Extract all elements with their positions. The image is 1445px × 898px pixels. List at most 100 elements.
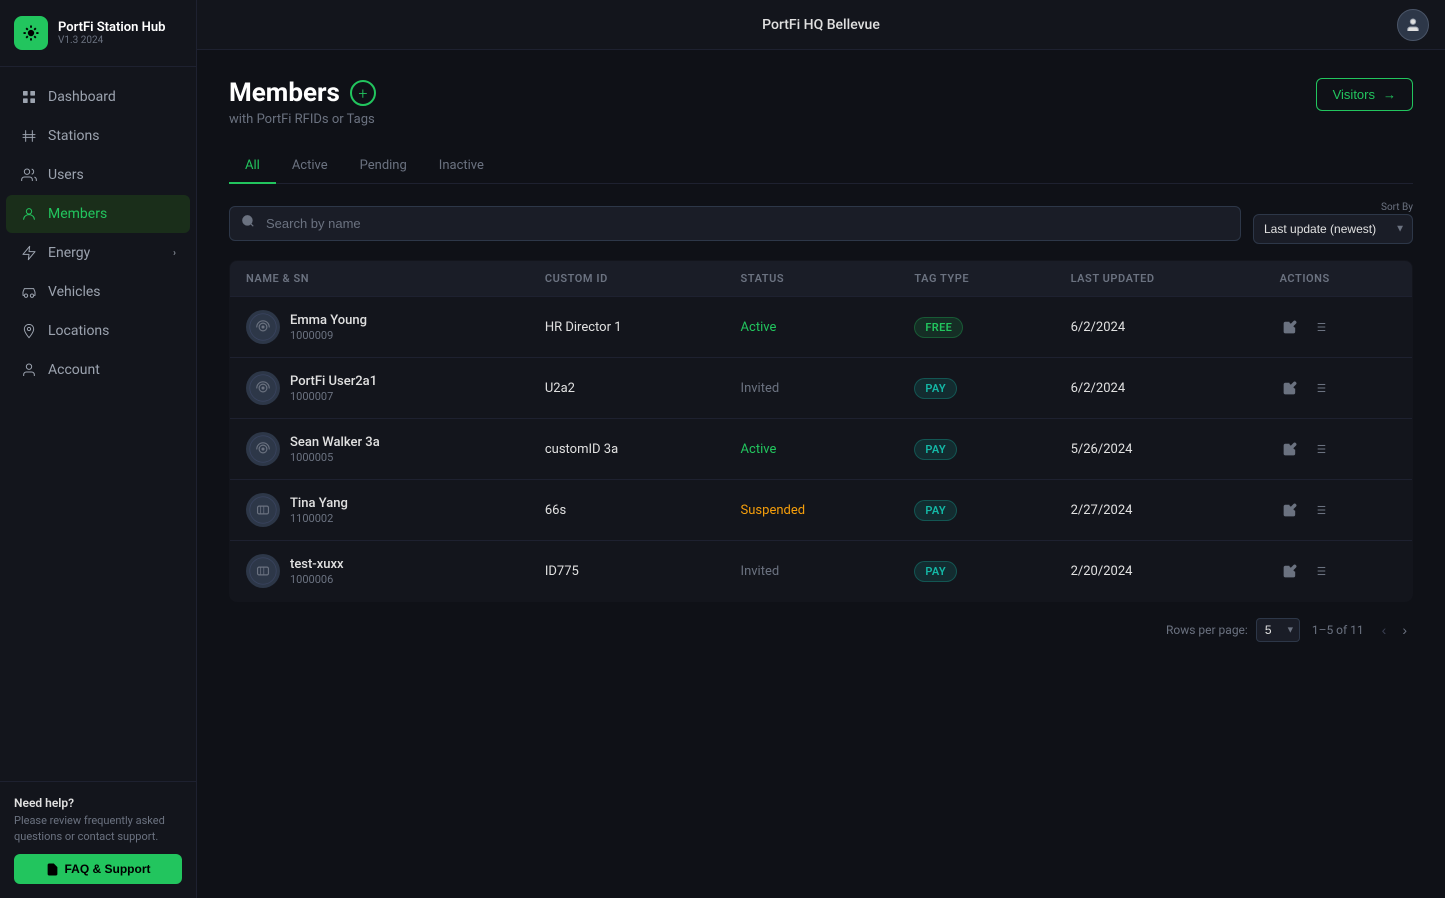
edit-button[interactable] [1280,561,1300,581]
rows-per-page-label: Rows per page: [1166,623,1248,637]
table-row: Tina Yang 1100002 66s Suspended PAY 2/27… [230,480,1413,541]
sort-label: Sort By [1381,202,1413,213]
member-name-cell: Sean Walker 3a 1000005 [230,419,529,480]
sidebar-footer: Need help? Please review frequently aske… [0,781,196,898]
brand-section: PortFi Station Hub V1.3 2024 [0,0,196,67]
member-name-cell: Emma Young 1000009 [230,297,529,358]
menu-button[interactable] [1310,500,1330,520]
sidebar-item-stations-label: Stations [48,128,99,144]
prev-page-button[interactable]: ‹ [1376,618,1393,642]
page-subtitle: with PortFi RFIDs or Tags [229,112,376,127]
member-name: Sean Walker 3a [290,435,380,450]
status-cell: Invited [725,358,899,419]
sidebar-item-account-label: Account [48,362,100,378]
next-page-button[interactable]: › [1396,618,1413,642]
brand-text: PortFi Station Hub V1.3 2024 [58,20,165,47]
sidebar-item-dashboard[interactable]: Dashboard [6,78,190,116]
search-input[interactable] [229,206,1241,241]
sidebar-nav: Dashboard Stations Users Members [0,67,196,781]
sidebar-item-locations[interactable]: Locations [6,312,190,350]
sidebar-item-members[interactable]: Members [6,195,190,233]
member-avatar [246,493,280,527]
edit-button[interactable] [1280,500,1300,520]
sort-select[interactable]: Last update (newest) Last update (oldest… [1253,214,1413,244]
member-sn: 1000009 [290,329,367,342]
member-avatar [246,554,280,588]
status-badge: Invited [741,381,780,396]
rows-per-page-select[interactable]: 5 10 25 50 [1256,618,1300,642]
faq-button[interactable]: FAQ & Support [14,854,182,884]
add-member-button[interactable]: + [350,80,376,106]
members-table: NAME & SN CUSTOM ID STATUS TAG TYPE LAST… [229,260,1413,602]
status-badge: Suspended [741,503,806,518]
vehicles-icon [20,283,38,301]
member-name: Emma Young [290,313,367,328]
sidebar-item-stations[interactable]: Stations [6,117,190,155]
status-badge: Invited [741,564,780,579]
sort-wrapper: Last update (newest) Last update (oldest… [1253,214,1413,244]
col-name: NAME & SN [230,261,529,297]
member-avatar [246,371,280,405]
member-avatar [246,310,280,344]
edit-button[interactable] [1280,317,1300,337]
table-row: PortFi User2a1 1000007 U2a2 Invited PAY … [230,358,1413,419]
sort-container: Sort By Last update (newest) Last update… [1253,202,1413,244]
member-info: Tina Yang 1100002 [290,496,348,525]
status-badge: Active [741,320,777,335]
page-title-section: Members + with PortFi RFIDs or Tags [229,78,376,127]
energy-arrow-icon: › [173,248,176,259]
table-row: test-xuxx 1000006 ID775 Invited PAY 2/20… [230,541,1413,602]
main-content: PortFi HQ Bellevue Members + with PortFi… [197,0,1445,898]
visitors-button[interactable]: Visitors → [1316,78,1413,111]
actions-cell [1264,297,1413,358]
tag-type-badge: PAY [914,439,957,460]
tag-type-badge: PAY [914,378,957,399]
status-cell: Suspended [725,480,899,541]
actions-cell [1264,480,1413,541]
member-avatar [246,432,280,466]
member-name-cell: Tina Yang 1100002 [230,480,529,541]
tag-type-badge: PAY [914,561,957,582]
member-info: Sean Walker 3a 1000005 [290,435,380,464]
user-avatar[interactable] [1397,9,1429,41]
last-updated-cell: 5/26/2024 [1055,419,1264,480]
menu-button[interactable] [1310,439,1330,459]
sidebar-item-account[interactable]: Account [6,351,190,389]
table-row: Emma Young 1000009 HR Director 1 Active … [230,297,1413,358]
page-title: Members + [229,78,376,108]
page-title-text: Members [229,78,340,108]
col-actions: ACTIONS [1264,261,1413,297]
sidebar-item-users-label: Users [48,167,84,183]
tab-inactive[interactable]: Inactive [423,149,500,184]
table-row: Sean Walker 3a 1000005 customID 3a Activ… [230,419,1413,480]
tab-active[interactable]: Active [276,149,344,184]
member-sn: 1100002 [290,512,348,525]
last-updated-cell: 2/27/2024 [1055,480,1264,541]
dashboard-icon [20,88,38,106]
custom-id-cell: U2a2 [529,358,725,419]
sidebar-item-dashboard-label: Dashboard [48,89,116,105]
menu-button[interactable] [1310,561,1330,581]
menu-button[interactable] [1310,317,1330,337]
sidebar-item-vehicles[interactable]: Vehicles [6,273,190,311]
tag-type-cell: PAY [898,480,1054,541]
help-title: Need help? [14,796,182,810]
sidebar-item-energy[interactable]: Energy › [6,234,190,272]
account-icon [20,361,38,379]
last-updated-cell: 6/2/2024 [1055,358,1264,419]
member-info: test-xuxx 1000006 [290,557,344,586]
sidebar-item-users[interactable]: Users [6,156,190,194]
brand-logo [14,16,48,50]
edit-button[interactable] [1280,439,1300,459]
actions-cell [1264,419,1413,480]
custom-id-cell: 66s [529,480,725,541]
last-updated-cell: 6/2/2024 [1055,297,1264,358]
page-info: 1–5 of 11 [1312,623,1364,637]
tab-pending[interactable]: Pending [344,149,423,184]
custom-id-cell: ID775 [529,541,725,602]
menu-button[interactable] [1310,378,1330,398]
brand-name: PortFi Station Hub [58,20,165,36]
edit-button[interactable] [1280,378,1300,398]
tab-all[interactable]: All [229,149,276,184]
rows-select-wrapper: 5 10 25 50 ▼ [1256,618,1300,642]
